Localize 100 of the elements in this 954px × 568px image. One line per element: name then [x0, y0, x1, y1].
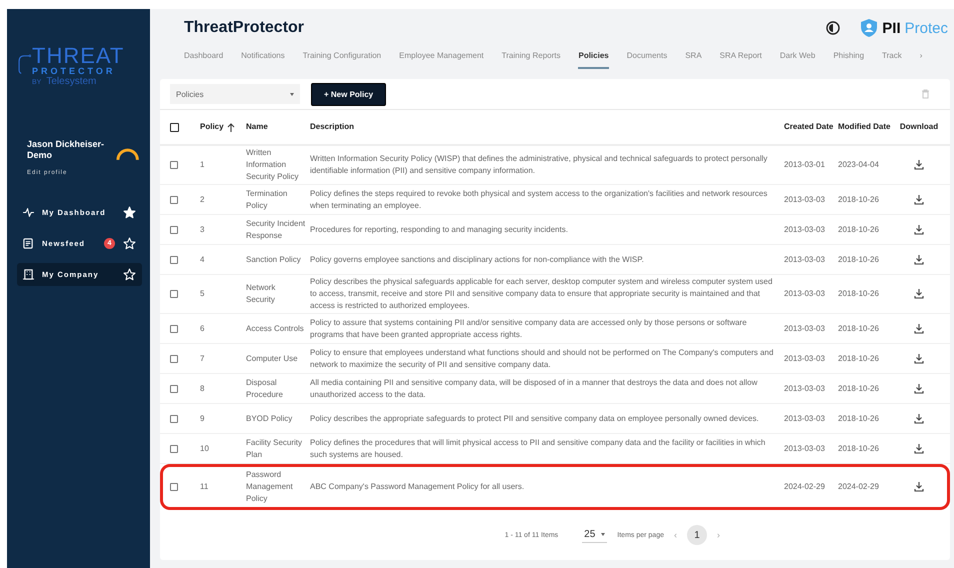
table-cell-text: Security Incident Response [246, 218, 306, 242]
nav-tab[interactable]: SRA Report [720, 47, 762, 69]
row-checkbox[interactable] [170, 226, 178, 234]
select-all-checkbox[interactable] [170, 122, 179, 132]
row-checkbox[interactable] [170, 324, 178, 332]
table-cell-text: 2013-03-03 [784, 194, 826, 206]
table-cell-text: 2018-10-26 [838, 254, 880, 266]
star-icon[interactable] [123, 206, 136, 219]
nav-tab[interactable]: Notifications [241, 47, 285, 69]
download-icon[interactable] [914, 482, 924, 492]
user-name: Jason Dickheiser-Demo [27, 139, 106, 161]
table-cell-text: Procedures for reporting, responding to and managing security incidents. [310, 224, 569, 236]
row-checkbox[interactable] [170, 354, 178, 362]
table-cell-text: Sanction Policy [246, 254, 302, 266]
table-cell-text: Disposal Procedure [246, 376, 284, 400]
column-header[interactable]: Modified Date [838, 121, 894, 133]
download-icon[interactable] [914, 254, 924, 264]
download-icon[interactable] [914, 160, 924, 170]
download-icon[interactable] [914, 444, 924, 454]
table-cell-text: 1 [200, 159, 206, 171]
table-cell-text: Network Security [246, 282, 276, 306]
row-checkbox[interactable] [170, 256, 178, 264]
star-icon[interactable] [123, 236, 136, 250]
nav-tab[interactable]: Dashboard [184, 47, 224, 69]
table-cell-text: 2018-10-26 [838, 382, 880, 394]
download-icon[interactable] [914, 289, 924, 299]
table-cell-text: 2018-10-26 [838, 194, 880, 206]
table-cell-text: 2013-03-03 [784, 382, 826, 394]
table-cell-text: 2013-03-03 [784, 352, 826, 364]
row-checkbox[interactable] [170, 444, 178, 452]
table-cell-text: 2013-03-03 [784, 322, 826, 334]
table-cell-text: Policy defines the steps required to revoke both physical and system access to the organization's facilities and network resources when terminating an employee. [310, 188, 768, 212]
nav-tab[interactable]: Training Configuration [302, 47, 382, 69]
table-cell-text: 2013-03-03 [784, 442, 826, 454]
pulse-icon [23, 208, 34, 217]
new-policy-button[interactable]: + New Policy [311, 82, 386, 106]
download-icon[interactable] [914, 224, 924, 234]
row-checkbox[interactable] [170, 161, 178, 169]
table-cell-text: 2013-03-01 [784, 159, 826, 171]
page-title: ThreatProtector [184, 19, 304, 37]
download-icon[interactable] [914, 354, 924, 364]
table-cell-text: 8 [200, 382, 206, 394]
nav-tab[interactable]: Documents [626, 47, 668, 69]
page-size-select[interactable]: 25 [582, 527, 608, 543]
row-checkbox[interactable] [170, 482, 178, 490]
table-cell-text: 2013-03-03 [784, 224, 826, 236]
row-checkbox[interactable] [170, 384, 178, 392]
download-icon[interactable] [914, 384, 924, 394]
nav-tab[interactable]: Training Reports [502, 47, 560, 69]
nav-tab[interactable]: Dark Web [780, 47, 816, 69]
contrast-icon[interactable] [826, 21, 840, 35]
row-checkbox[interactable] [170, 414, 178, 422]
page-button[interactable]: 1 [687, 525, 707, 545]
nav-tab[interactable]: Phishing [833, 47, 864, 69]
table-cell-text: 2018-10-26 [838, 322, 880, 334]
newspaper-icon [23, 238, 34, 249]
table-cell-text: 2013-03-03 [784, 412, 826, 424]
table-cell-text: Computer Use [246, 352, 299, 365]
row-checkbox[interactable] [170, 196, 178, 204]
nav-tab[interactable]: Track [882, 47, 902, 69]
table-cell-text: Written Information Security Policy (WISP) that defines the administrative, physical and technical safeguards to protect personally identifiable information (PII) and sensitive company information. [310, 153, 768, 177]
table-cell-text: Policy to assure that systems containing PII and/or sensitive company data are accessed only by those persons or software programs that have been granted appropriate access rights. [310, 316, 748, 341]
column-header[interactable]: Created Date [784, 121, 838, 133]
sort-up-icon[interactable] [226, 122, 235, 132]
gauge-icon [114, 146, 140, 161]
logo-wordmark: THREAT [32, 45, 124, 67]
table-cell-text: Termination Policy [246, 188, 288, 212]
download-icon[interactable] [914, 324, 924, 334]
table-cell-text: ABC Company's Password Management Policy for all users. [310, 480, 526, 493]
more-tabs-button[interactable]: › [920, 47, 922, 69]
table-cell-text: 2018-10-26 [838, 288, 880, 300]
brand-name: PII [882, 20, 901, 36]
download-icon[interactable] [914, 414, 924, 424]
nav-tab[interactable]: Policies [578, 47, 609, 69]
table-cell-text: Password Management Policy [246, 468, 294, 505]
column-header[interactable]: Description [310, 121, 784, 133]
table-cell-text: 2023-04-04 [838, 159, 880, 171]
table-cell-text: 2018-10-26 [838, 412, 880, 424]
table-cell-text: 6 [200, 322, 206, 334]
table-cell-text: Policy to ensure that employees understand what functions should and should not be performed on The Company's computers and network to maximize the security of PII and sensitive company data. [310, 346, 774, 371]
nav-tab[interactable]: SRA [685, 47, 702, 69]
download-icon[interactable] [914, 194, 924, 204]
table-cell-text: Facility Security Plan [246, 436, 304, 460]
nav-tab[interactable]: Employee Management [399, 47, 484, 69]
table-cell-text: 9 [200, 412, 206, 424]
star-icon[interactable] [123, 268, 136, 281]
column-header[interactable]: Download [894, 121, 944, 133]
row-checkbox[interactable] [170, 290, 178, 298]
table-cell-text: Written Information Security Policy [246, 147, 300, 183]
table-cell-text: Access Controls [246, 322, 305, 334]
table-cell-text: 2 [200, 194, 206, 206]
table-cell-text: Policy governs employee sanctions and disciplinary actions for non-compliance with the WISP. [310, 254, 645, 266]
policies-dropdown[interactable]: Policies [170, 84, 300, 104]
table-cell-text: 2018-10-26 [838, 442, 880, 454]
table-cell-text: 3 [200, 224, 206, 236]
column-header[interactable]: Policy [200, 121, 246, 133]
column-header[interactable]: Name [246, 121, 310, 133]
table-cell-text: All media containing PII and sensitive company data, will be disposed of in a manner that destroys the data and does not allow unauthorized access to the data. [310, 376, 758, 400]
logo-brand-text: Telesystem [46, 77, 96, 87]
table-cell-text: Policy describes the physical safeguards applicable for each server, desktop computer system and wireless computer system used to access, transmit, receive and store PII and sensitive company data to ensure that appropriate security is maintained and that access is restricted to authorized employees. [310, 276, 774, 312]
